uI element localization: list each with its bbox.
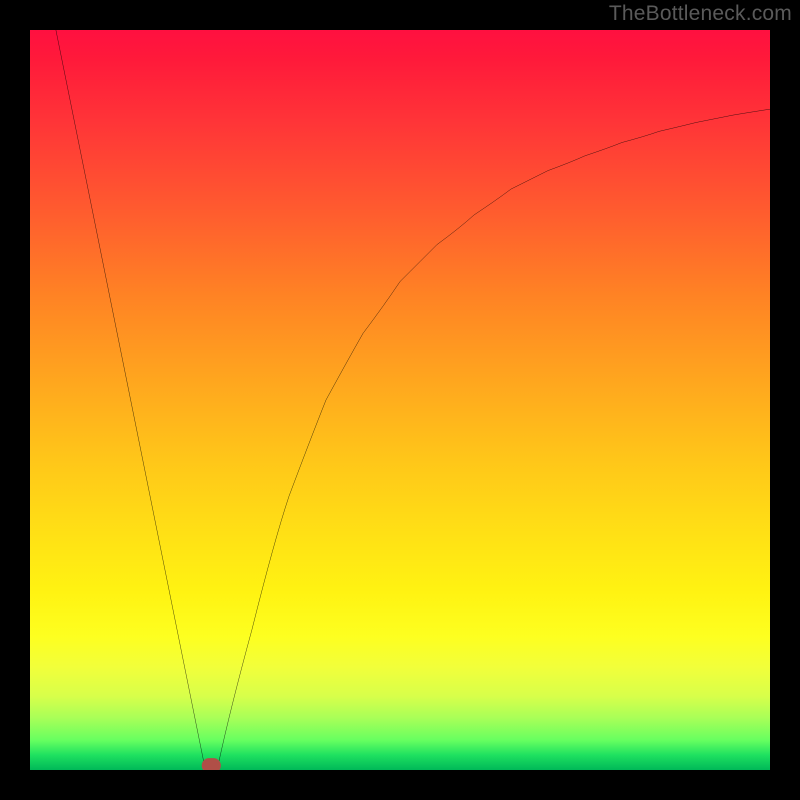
plot-area [30, 30, 770, 770]
minimum-marker [205, 762, 217, 769]
watermark-text: TheBottleneck.com [609, 2, 792, 26]
curve-left-branch [56, 30, 204, 763]
curve-svg [30, 30, 770, 770]
chart-frame: TheBottleneck.com [0, 0, 800, 800]
curve-right-branch [219, 109, 770, 762]
